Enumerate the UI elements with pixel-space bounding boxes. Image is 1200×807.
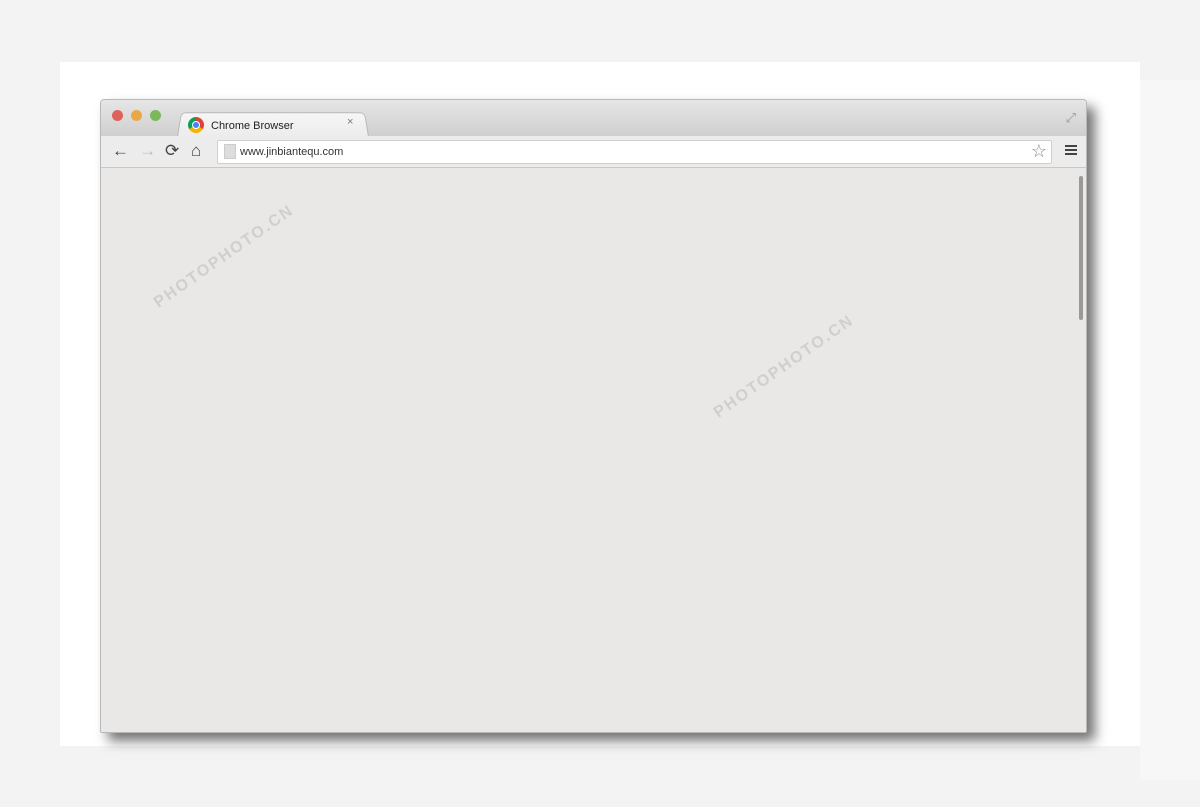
chrome-icon bbox=[188, 117, 204, 133]
background-panel bbox=[1140, 80, 1200, 780]
home-icon[interactable]: ⌂ bbox=[191, 141, 201, 161]
scrollbar[interactable] bbox=[1079, 176, 1083, 320]
page-icon bbox=[224, 144, 236, 159]
reload-icon[interactable]: ⟳ bbox=[165, 141, 179, 161]
forward-icon[interactable]: → bbox=[139, 141, 156, 161]
zoom-window-button[interactable] bbox=[150, 110, 161, 121]
fullscreen-icon[interactable]: ⤢ bbox=[1066, 110, 1076, 126]
watermark: PHOTOPHOTO.CN bbox=[710, 311, 858, 422]
page-content: PHOTOPHOTO.CN PHOTOPHOTO.CN bbox=[101, 168, 1086, 732]
back-icon[interactable]: ← bbox=[112, 141, 129, 161]
browser-window: Chrome Browser × ⤢ ← → ⟳ ⌂ www.jinbiante… bbox=[100, 99, 1087, 733]
url-text[interactable]: www.jinbiantequ.com bbox=[240, 146, 343, 158]
star-icon[interactable]: ☆ bbox=[1031, 141, 1047, 162]
minimize-window-button[interactable] bbox=[131, 110, 142, 121]
toolbar: ← → ⟳ ⌂ www.jinbiantequ.com ☆ bbox=[101, 136, 1086, 168]
tab-bar: Chrome Browser × ⤢ bbox=[101, 100, 1086, 138]
address-bar[interactable]: www.jinbiantequ.com ☆ bbox=[217, 140, 1052, 164]
watermark: PHOTOPHOTO.CN bbox=[150, 201, 298, 312]
tab-title: Chrome Browser bbox=[211, 120, 294, 132]
tab-close-icon[interactable]: × bbox=[347, 116, 353, 128]
menu-icon[interactable] bbox=[1065, 145, 1077, 157]
close-window-button[interactable] bbox=[112, 110, 123, 121]
